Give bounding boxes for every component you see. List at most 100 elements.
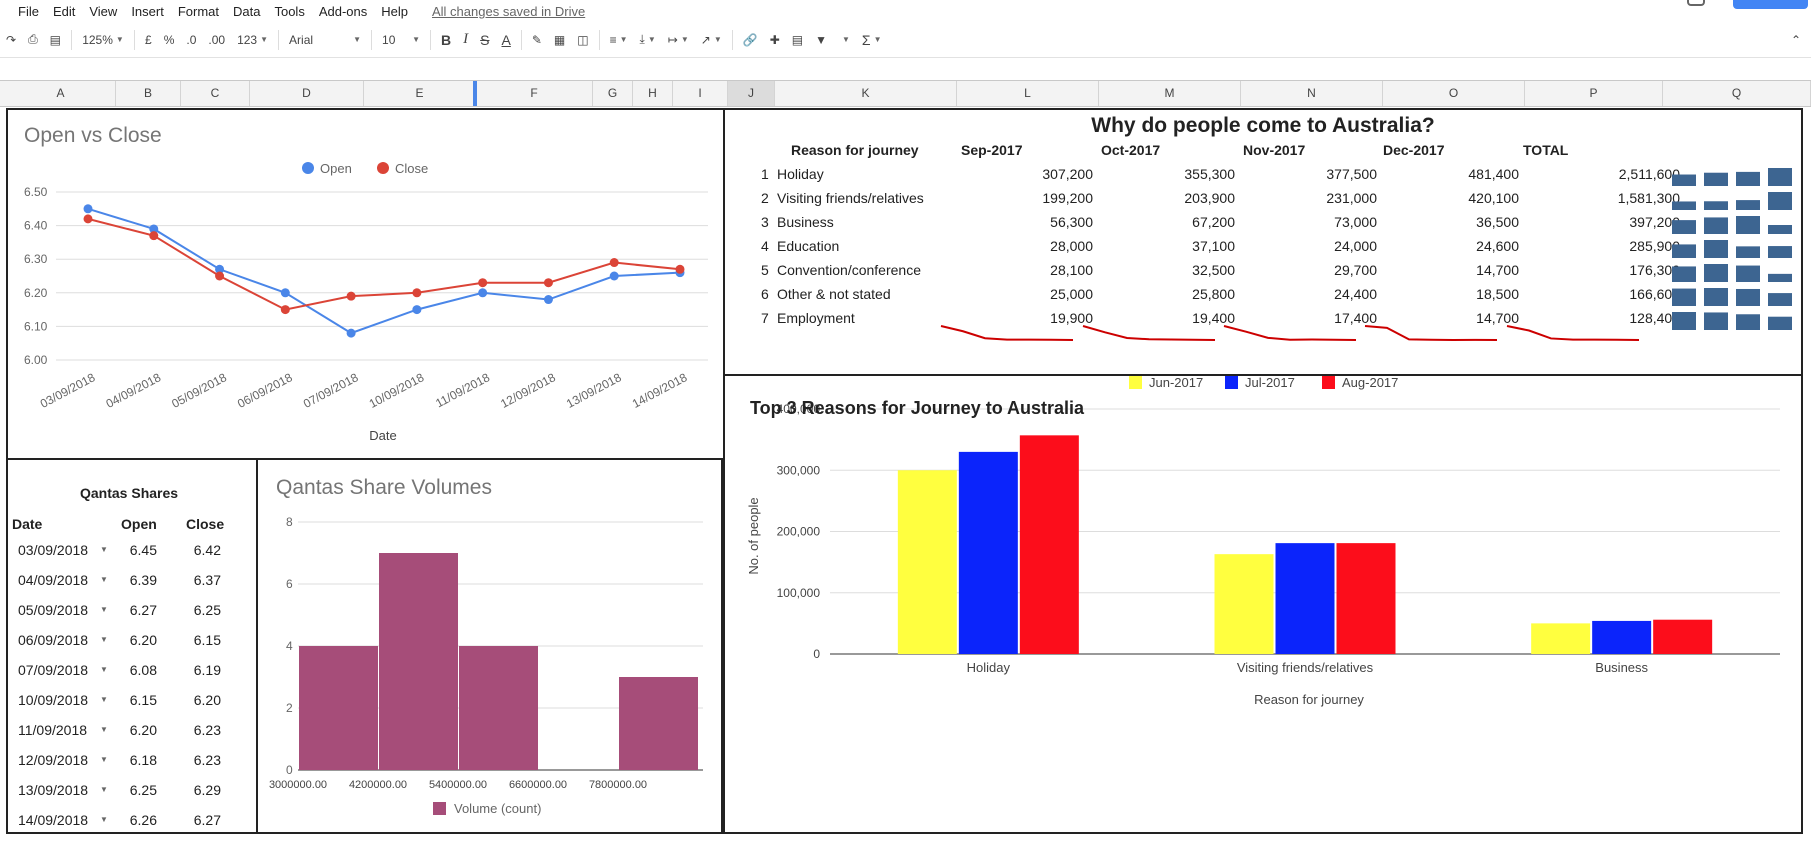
collapse-toolbar-icon[interactable]: ⌃ (1787, 27, 1805, 53)
cell-date[interactable]: 14/09/2018 (18, 812, 88, 828)
dropdown-arrow-icon[interactable]: ▼ (100, 695, 108, 704)
insert-chart-icon[interactable]: ▤ (788, 27, 807, 53)
cell-close[interactable]: 6.23 (176, 752, 221, 768)
menu-data[interactable]: Data (226, 4, 267, 19)
column-header-i[interactable]: I (673, 81, 728, 106)
fill-color-icon[interactable]: ✎ (528, 27, 546, 53)
cell-date[interactable]: 11/09/2018 (18, 722, 87, 738)
column-header-j[interactable]: J (728, 81, 775, 106)
column-header-p[interactable]: P (1525, 81, 1663, 106)
column-header-b[interactable]: B (116, 81, 181, 106)
cell-close[interactable]: 6.27 (176, 812, 221, 828)
menu-edit[interactable]: Edit (46, 4, 82, 19)
borders-icon[interactable]: ▦ (550, 27, 569, 53)
cell-open[interactable]: 6.26 (112, 812, 157, 828)
cell-close[interactable]: 6.20 (176, 692, 221, 708)
cell-date[interactable]: 06/09/2018 (18, 632, 88, 648)
cell-open[interactable]: 6.25 (112, 782, 157, 798)
comment-icon[interactable] (1687, 0, 1705, 6)
italic-button[interactable]: I (459, 27, 472, 53)
column-header-l[interactable]: L (957, 81, 1099, 106)
menu-format[interactable]: Format (171, 4, 226, 19)
cell-close[interactable]: 6.19 (176, 662, 221, 678)
cell-open[interactable]: 6.18 (112, 752, 157, 768)
cell-close[interactable]: 6.25 (176, 602, 221, 618)
share-volumes-chart[interactable]: Qantas Share Volumes 0 2 4 6 8 3000000.00 4200… (256, 458, 723, 834)
dropdown-arrow-icon[interactable]: ▼ (100, 665, 108, 674)
cell-open[interactable]: 6.15 (112, 692, 157, 708)
menu-addons[interactable]: Add-ons (312, 4, 374, 19)
percent-format-button[interactable]: % (160, 27, 179, 53)
font-size-select[interactable]: 10 ▼ (378, 27, 424, 53)
menu-tools[interactable]: Tools (267, 4, 311, 19)
strikethrough-button[interactable]: S (476, 27, 493, 53)
text-wrap-icon[interactable]: ↦ ▼ (664, 27, 693, 53)
saved-status-link[interactable]: All changes saved in Drive (425, 4, 592, 19)
bold-button[interactable]: B (437, 27, 455, 53)
top3-reasons-chart[interactable]: Top 3 Reasons for Journey to Australia 0… (723, 374, 1803, 834)
cell-open[interactable]: 6.45 (112, 542, 157, 558)
dropdown-arrow-icon[interactable]: ▼ (100, 575, 108, 584)
insert-comment-icon[interactable]: ✚ (766, 27, 784, 53)
print-icon[interactable]: ⎙ (24, 27, 42, 53)
zoom-select[interactable]: 125% ▼ (78, 27, 128, 53)
filter-icon[interactable]: ▼ (811, 27, 831, 53)
cell-close[interactable]: 6.15 (176, 632, 221, 648)
functions-button[interactable]: Σ ▼ (858, 27, 886, 53)
column-header-c[interactable]: C (181, 81, 250, 106)
column-header-n[interactable]: N (1241, 81, 1383, 106)
cell-close[interactable]: 6.23 (176, 722, 221, 738)
align-left-icon[interactable]: ≡ ▼ (606, 27, 632, 53)
increase-decimal-button[interactable]: .00 (204, 27, 229, 53)
cell-close[interactable]: 6.29 (176, 782, 221, 798)
number-format-select[interactable]: 123 ▼ (233, 27, 272, 53)
menu-insert[interactable]: Insert (124, 4, 171, 19)
cell-date[interactable]: 04/09/2018 (18, 572, 88, 588)
text-color-button[interactable]: A (498, 27, 515, 53)
cell-close[interactable]: 6.37 (176, 572, 221, 588)
filter-views-icon[interactable]: ▼ (835, 27, 854, 53)
menu-view[interactable]: View (82, 4, 124, 19)
column-header-a[interactable]: A (6, 81, 116, 106)
dropdown-arrow-icon[interactable]: ▼ (100, 605, 108, 614)
column-header-d[interactable]: D (250, 81, 364, 106)
share-button[interactable] (1733, 0, 1808, 9)
paint-format-icon[interactable]: ▤ (46, 27, 65, 53)
cell-open[interactable]: 6.20 (112, 632, 157, 648)
cell-open[interactable]: 6.39 (112, 572, 157, 588)
column-resize-handle[interactable] (473, 81, 477, 106)
column-header-g[interactable]: G (593, 81, 633, 106)
column-header-e[interactable]: E (364, 81, 476, 106)
cell-date[interactable]: 05/09/2018 (18, 602, 88, 618)
column-header-f[interactable]: F (476, 81, 593, 106)
column-header-h[interactable]: H (633, 81, 673, 106)
cell-date[interactable]: 03/09/2018 (18, 542, 88, 558)
dropdown-arrow-icon[interactable]: ▼ (100, 815, 108, 824)
cell-open[interactable]: 6.20 (112, 722, 157, 738)
dropdown-arrow-icon[interactable]: ▼ (100, 725, 108, 734)
menu-file[interactable]: File (0, 4, 46, 19)
insert-link-icon[interactable]: 🔗 (739, 27, 762, 53)
dropdown-arrow-icon[interactable]: ▼ (100, 785, 108, 794)
merge-cells-icon[interactable]: ◫ (573, 27, 592, 53)
cell-date[interactable]: 10/09/2018 (18, 692, 88, 708)
cell-date[interactable]: 12/09/2018 (18, 752, 88, 768)
cell-date[interactable]: 07/09/2018 (18, 662, 88, 678)
column-header-m[interactable]: M (1099, 81, 1241, 106)
currency-format-button[interactable]: £ (141, 27, 156, 53)
text-rotate-icon[interactable]: ↗ ▼ (697, 27, 726, 53)
cell-close[interactable]: 6.42 (176, 542, 221, 558)
cell-open[interactable]: 6.27 (112, 602, 157, 618)
vertical-align-icon[interactable]: ⤓ ▼ (636, 27, 660, 53)
dropdown-arrow-icon[interactable]: ▼ (100, 545, 108, 554)
font-select[interactable]: Arial ▼ (285, 27, 365, 53)
redo-icon[interactable]: ↷ (2, 27, 20, 53)
dropdown-arrow-icon[interactable]: ▼ (100, 755, 108, 764)
cell-date[interactable]: 13/09/2018 (18, 782, 88, 798)
column-header-q[interactable]: Q (1663, 81, 1811, 106)
open-close-chart[interactable]: Open vs Close 6.00 6.10 6.20 6.30 6.40 6.50 03… (6, 108, 723, 458)
menu-help[interactable]: Help (374, 4, 415, 19)
column-header-o[interactable]: O (1383, 81, 1525, 106)
dropdown-arrow-icon[interactable]: ▼ (100, 635, 108, 644)
cell-open[interactable]: 6.08 (112, 662, 157, 678)
